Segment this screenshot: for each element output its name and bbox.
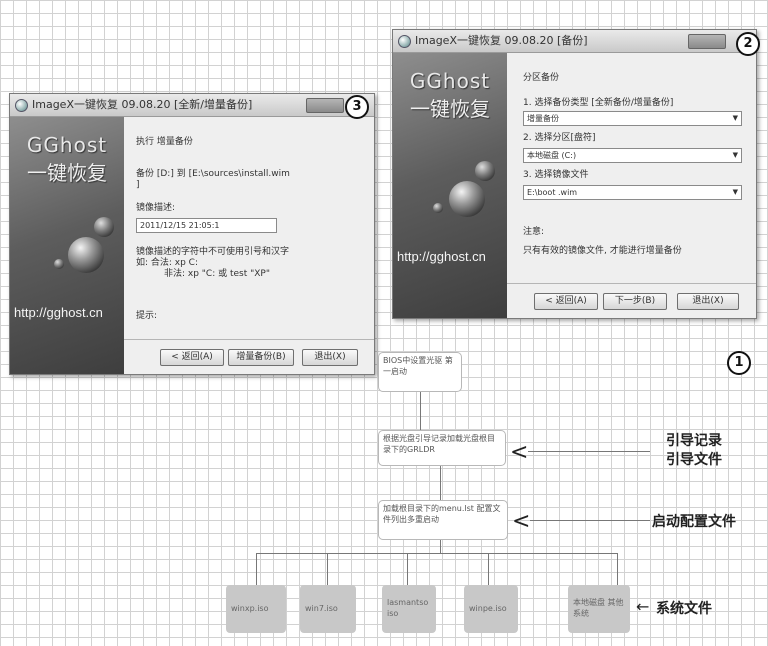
brand-name: 一键恢复 bbox=[410, 97, 490, 121]
arrow-shaft bbox=[530, 520, 650, 521]
content-panel: 分区备份 1. 选择备份类型 [全新备份/增量备份] 增量备份 ▼ 2. 选择分… bbox=[515, 58, 747, 258]
brand-logo: GGhost bbox=[26, 133, 108, 157]
back-button[interactable]: < 返回(A) bbox=[160, 349, 224, 366]
button-bar: < 返回(A) 增量备份(B) 退出(X) bbox=[124, 339, 374, 374]
arrow-shaft bbox=[528, 451, 650, 452]
bubble-graphic bbox=[433, 203, 443, 213]
image-description-label: 镜像描述: bbox=[136, 203, 176, 213]
exit-button[interactable]: 退出(X) bbox=[677, 293, 739, 310]
image-description-input[interactable]: 2011/12/15 21:05:1 bbox=[136, 218, 277, 233]
close-button[interactable] bbox=[306, 98, 344, 113]
backup-type-select[interactable]: 增量备份 ▼ bbox=[523, 111, 742, 126]
execute-backup-window: ImageX一键恢复 09.08.20 [全新/增量备份] GGhost 一键恢… bbox=[9, 93, 375, 375]
back-button[interactable]: < 返回(A) bbox=[534, 293, 598, 310]
connector-line bbox=[327, 553, 328, 585]
bubble-graphic bbox=[94, 217, 114, 237]
brand-panel: GGhost 一键恢复 http://gghost.cn bbox=[393, 53, 507, 318]
arrow-glyph: ← bbox=[636, 597, 650, 616]
button-bar: < 返回(A) 下一步(B) 退出(X) bbox=[507, 283, 756, 318]
label-boot-file: 引导文件 bbox=[666, 452, 722, 468]
label-system-files: 系统文件 bbox=[656, 601, 712, 617]
partition-backup-window: ImageX一键恢复 09.08.20 [备份] GGhost 一键恢复 htt… bbox=[392, 29, 757, 319]
bubble-graphic bbox=[68, 237, 104, 273]
callout-badge-3: 3 bbox=[345, 95, 369, 119]
local-disk-other-system: 本地磁盘 其他系统 bbox=[568, 585, 630, 633]
connector-line bbox=[440, 466, 441, 500]
backup-type-label: 1. 选择备份类型 [全新备份/增量备份] bbox=[523, 98, 674, 108]
dropdown-arrow-icon: ▼ bbox=[732, 151, 738, 159]
connector-line bbox=[617, 553, 618, 585]
connector-line bbox=[407, 553, 408, 585]
content-panel: 执行 增量备份 备份 [D:] 到 [E:\sources\install.wi… bbox=[134, 122, 366, 322]
label-boot-config: 启动配置文件 bbox=[652, 514, 736, 530]
connector-line bbox=[440, 540, 441, 553]
iso-win7: win7.iso bbox=[300, 585, 356, 633]
backup-target-text-end: ] bbox=[136, 180, 140, 190]
exit-button[interactable]: 退出(X) bbox=[302, 349, 358, 366]
window-title: ImageX一键恢复 09.08.20 [备份] bbox=[415, 34, 588, 47]
brand-panel: GGhost 一键恢复 http://gghost.cn bbox=[10, 117, 124, 374]
brand-url: http://gghost.cn bbox=[397, 249, 486, 264]
arrow-glyph: < bbox=[510, 440, 529, 465]
note-text: 只有有效的镜像文件, 才能进行增量备份 bbox=[523, 246, 682, 256]
backup-target-text: 备份 [D:] 到 [E:\sources\install.wim bbox=[136, 169, 290, 179]
image-description-value: 2011/12/15 21:05:1 bbox=[140, 221, 220, 230]
dropdown-arrow-icon: ▼ bbox=[732, 188, 738, 196]
brand-url: http://gghost.cn bbox=[14, 305, 103, 320]
brand-name: 一键恢复 bbox=[27, 161, 107, 185]
note-label: 注意: bbox=[523, 227, 545, 237]
bubble-graphic bbox=[475, 161, 495, 181]
hint-text: 非法: xp "C: 或 test "XP" bbox=[164, 269, 270, 279]
connector-line bbox=[256, 553, 257, 585]
partition-select[interactable]: 本地磁盘 (C:) ▼ bbox=[523, 148, 742, 163]
backup-type-value: 增量备份 bbox=[527, 114, 559, 123]
iso-winpe: winpe.iso bbox=[464, 585, 518, 633]
dropdown-arrow-icon: ▼ bbox=[732, 114, 738, 122]
bubble-graphic bbox=[449, 181, 485, 217]
close-button[interactable] bbox=[688, 34, 726, 49]
connector-line bbox=[256, 553, 618, 554]
bubble-graphic bbox=[54, 259, 64, 269]
callout-badge-1: 1 bbox=[727, 351, 751, 375]
image-file-select[interactable]: E:\boot .wim ▼ bbox=[523, 185, 742, 200]
app-icon bbox=[398, 35, 411, 48]
next-button[interactable]: 下一步(B) bbox=[603, 293, 667, 310]
iso-winxp: winxp.iso bbox=[226, 585, 286, 633]
flow-step-bios: BIOS中设置光驱 第一启动 bbox=[378, 352, 462, 392]
connector-line bbox=[420, 392, 421, 430]
image-file-label: 3. 选择镜像文件 bbox=[523, 170, 589, 180]
window-title: ImageX一键恢复 09.08.20 [全新/增量备份] bbox=[32, 98, 253, 111]
incremental-backup-button[interactable]: 增量备份(B) bbox=[228, 349, 294, 366]
partition-label: 2. 选择分区[盘符] bbox=[523, 133, 596, 143]
iso-lasmantso: lasmantso iso bbox=[382, 585, 436, 633]
flow-step-grldr: 根据光盘引导记录加载光盘根目录下的GRLDR bbox=[378, 430, 506, 466]
connector-line bbox=[488, 553, 489, 585]
tip-label: 提示: bbox=[136, 311, 158, 321]
image-file-value: E:\boot .wim bbox=[527, 188, 578, 197]
brand-logo: GGhost bbox=[409, 69, 491, 93]
flow-step-menu-lst: 加载根目录下的menu.lst 配置文件列出多重启动 bbox=[378, 500, 508, 540]
action-label: 执行 增量备份 bbox=[136, 137, 193, 147]
partition-value: 本地磁盘 (C:) bbox=[527, 151, 577, 160]
arrow-glyph: < bbox=[512, 509, 531, 534]
section-heading: 分区备份 bbox=[523, 73, 560, 83]
label-boot-record: 引导记录 bbox=[666, 433, 722, 449]
app-icon bbox=[15, 99, 28, 112]
callout-badge-2: 2 bbox=[736, 32, 760, 56]
